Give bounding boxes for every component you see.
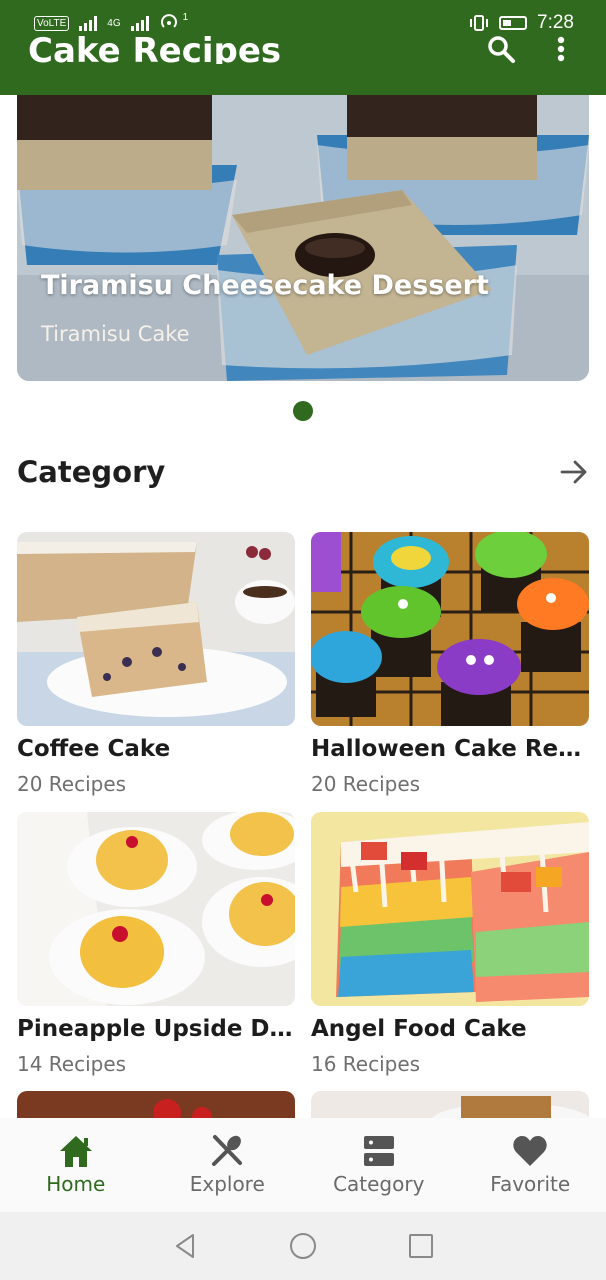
category-image [311, 812, 589, 1006]
page-indicator-dot[interactable] [293, 401, 313, 421]
category-name: Halloween Cake Recipes [311, 736, 593, 762]
banner-title: Tiramisu Cheesecake Dessert [41, 270, 489, 301]
bottom-navigation: Home Explore Category Favorite [0, 1118, 606, 1212]
nav-label-home: Home [46, 1172, 106, 1196]
section-title: Category [17, 455, 166, 489]
vibrate-icon [470, 15, 489, 31]
category-card-angel-food[interactable]: Angel Food Cake 16 Recipes [311, 812, 589, 1076]
category-image [311, 532, 589, 726]
heart-icon [513, 1136, 547, 1166]
category-name: Pineapple Upside Down Cake [17, 1016, 299, 1042]
category-image [17, 812, 295, 1006]
category-section-header: Category [17, 452, 589, 492]
recents-icon[interactable] [407, 1232, 435, 1260]
recipe-count: 20 Recipes [311, 772, 421, 796]
nav-home[interactable]: Home [0, 1118, 152, 1212]
featured-banner[interactable]: Tiramisu Cheesecake Dessert Tiramisu Cak… [17, 95, 589, 381]
recipe-count: 16 Recipes [311, 1052, 421, 1076]
nav-label-favorite: Favorite [490, 1172, 571, 1196]
nav-label-explore: Explore [189, 1172, 265, 1196]
category-name: Angel Food Cake [311, 1016, 527, 1042]
utensils-icon [212, 1135, 243, 1166]
nav-label-category: Category [333, 1172, 425, 1196]
category-card-halloween[interactable]: Halloween Cake Recipes 20 Recipes [311, 532, 593, 796]
more-vert-icon[interactable] [556, 34, 566, 64]
top-app-bar: VoLTE 4G 1 7:28 Cake Recipes [0, 0, 606, 95]
nav-favorite[interactable]: Favorite [455, 1118, 606, 1212]
notification-count: 1 [182, 11, 189, 23]
category-icon [363, 1136, 394, 1166]
category-image [17, 532, 295, 726]
arrow-forward-icon[interactable] [559, 457, 589, 487]
status-time: 7:28 [537, 12, 574, 33]
category-card-coffee-cake[interactable]: Coffee Cake 20 Recipes [17, 532, 295, 796]
nav-category[interactable]: Category [303, 1118, 455, 1212]
home-circle-icon[interactable] [289, 1232, 317, 1260]
banner-subtitle: Tiramisu Cake [41, 322, 190, 346]
home-icon [59, 1136, 92, 1167]
battery-icon [499, 16, 528, 30]
search-icon[interactable] [486, 34, 516, 64]
category-card-pineapple-upside-down[interactable]: Pineapple Upside Down Cake 14 Recipes [17, 812, 299, 1076]
back-icon[interactable] [171, 1232, 199, 1260]
recipe-count: 20 Recipes [17, 772, 127, 796]
app-title: Cake Recipes [28, 31, 282, 64]
recipe-count: 14 Recipes [17, 1052, 127, 1076]
nav-explore[interactable]: Explore [152, 1118, 304, 1212]
category-name: Coffee Cake [17, 736, 171, 762]
system-navigation-bar [0, 1212, 606, 1280]
